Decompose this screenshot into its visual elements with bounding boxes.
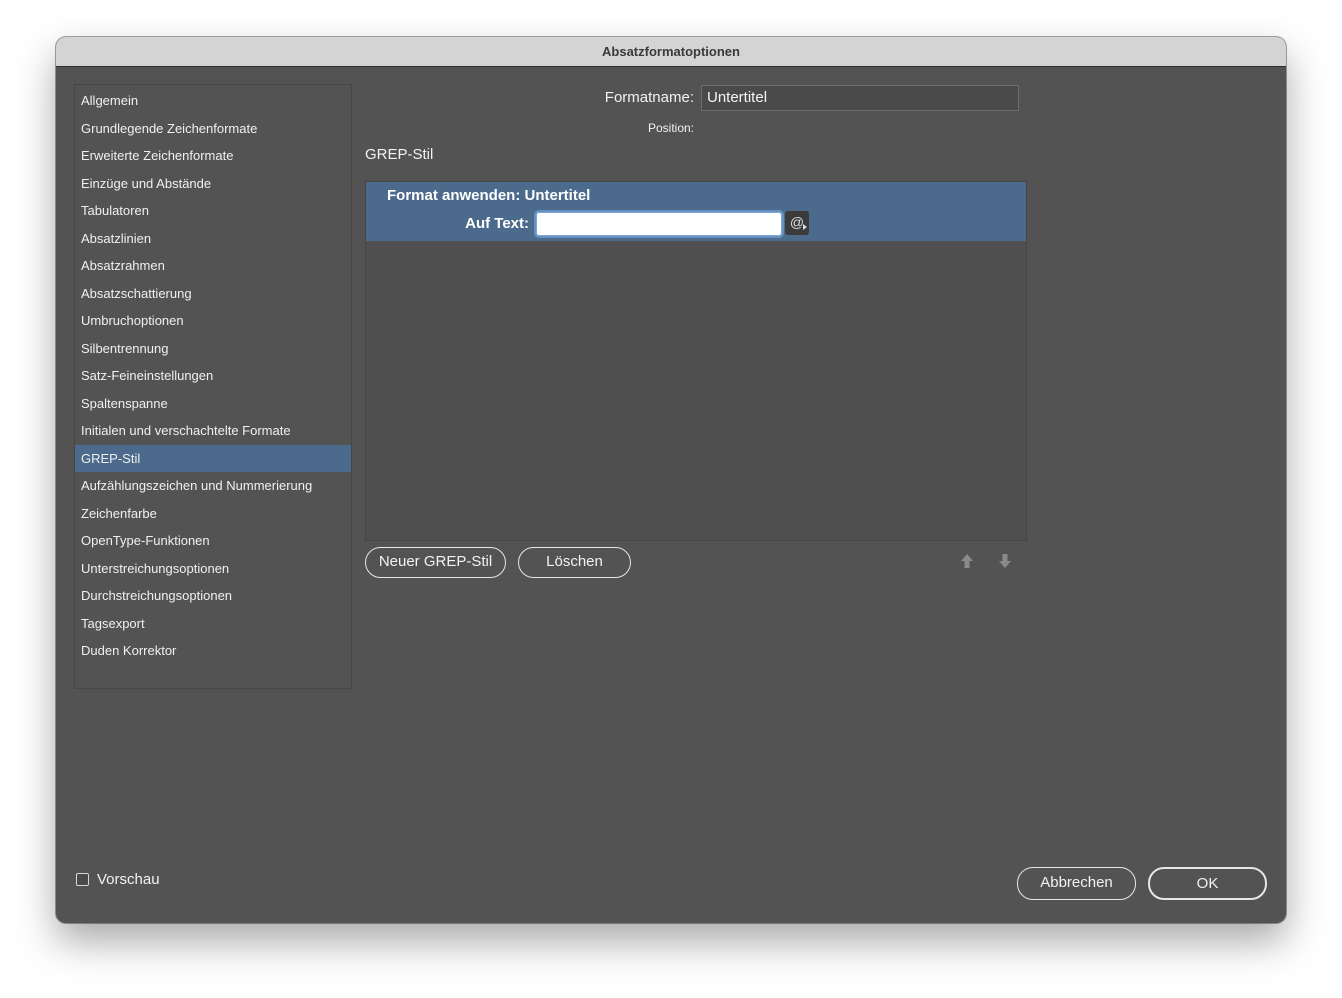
sidebar-item[interactable]: Silbentrennung [75,335,351,363]
sidebar-item[interactable]: Umbruchoptionen [75,307,351,335]
special-characters-button[interactable]: @ [785,211,809,235]
sidebar-item[interactable]: Einzüge und Abstände [75,170,351,198]
new-grep-style-button[interactable]: Neuer GREP-Stil [365,547,506,578]
sidebar-item[interactable]: Tabulatoren [75,197,351,225]
preview-label: Vorschau [97,871,160,888]
sidebar-item[interactable]: Tagsexport [75,610,351,638]
apply-style-label[interactable]: Format anwenden: Untertitel [387,187,590,204]
flyout-triangle-icon [803,224,807,230]
sidebar-item[interactable]: Absatzlinien [75,225,351,253]
sidebar-item[interactable]: Absatzrahmen [75,252,351,280]
sidebar-item[interactable]: Unterstreichungsoptionen [75,555,351,583]
sidebar-item[interactable]: Absatzschattierung [75,280,351,308]
cancel-button[interactable]: Abbrechen [1017,867,1136,900]
ok-button[interactable]: OK [1148,867,1267,900]
section-title: GREP-Stil [365,146,434,163]
sidebar-item[interactable]: Duden Korrektor [75,637,351,665]
sidebar-item[interactable]: Spaltenspanne [75,390,351,418]
at-sign-icon: @ [789,214,805,230]
sidebar-item[interactable]: Allgemein [75,87,351,115]
format-name-input[interactable]: Untertitel [701,85,1019,111]
sidebar-item[interactable]: Grundlegende Zeichenformate [75,115,351,143]
sidebar-item[interactable]: OpenType-Funktionen [75,527,351,555]
delete-button[interactable]: Löschen [518,547,631,578]
preview-checkbox[interactable] [76,873,89,886]
move-down-arrow-icon[interactable] [998,553,1012,569]
sidebar-item[interactable]: Zeichenfarbe [75,500,351,528]
category-list: Allgemein Grundlegende Zeichenformate Erwe… [74,84,352,689]
sidebar-item[interactable]: Durchstreichungsoptionen [75,582,351,610]
sidebar-item[interactable]: Aufzählungszeichen und Nummerierung [75,472,351,500]
paragraph-style-options-dialog: Absatzformatoptionen Allgemein Grundlegen… [56,37,1286,923]
dialog-title: Absatzformatoptionen [56,37,1286,67]
grep-style-rule[interactable]: Format anwenden: Untertitel Auf Text: @ [366,182,1026,241]
preview-toggle[interactable]: Vorschau [76,871,160,888]
format-name-label: Formatname: [604,89,694,106]
sidebar-item[interactable]: Satz-Feineinstellungen [75,362,351,390]
sidebar-item[interactable]: GREP-Stil [75,444,351,472]
grep-style-list: Format anwenden: Untertitel Auf Text: @ [365,181,1027,541]
position-label: Position: [647,121,694,135]
to-text-label: Auf Text: [465,215,529,232]
sidebar-item[interactable]: Erweiterte Zeichenformate [75,142,351,170]
grep-expression-input[interactable] [536,212,782,236]
sidebar-item[interactable]: Initialen und verschachtelte Formate [75,417,351,445]
move-up-arrow-icon[interactable] [960,553,974,569]
